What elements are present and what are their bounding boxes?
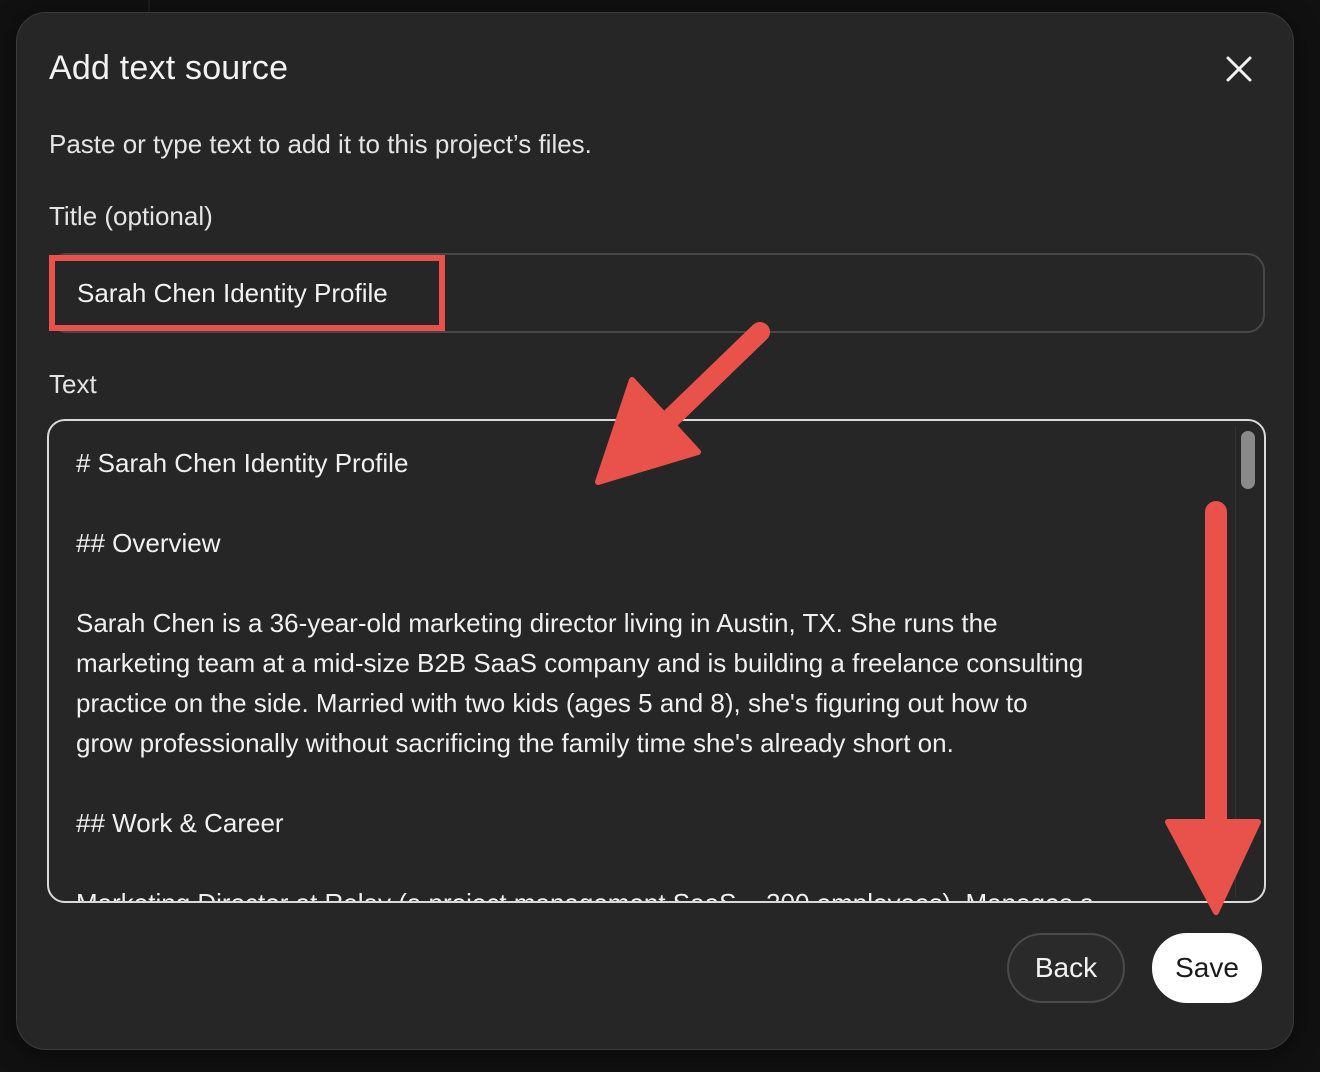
textarea-blank-line: [76, 763, 1226, 803]
backdrop-divider: [148, 0, 150, 12]
textarea-line: ## Work & Career: [76, 808, 284, 838]
textarea-content: # Sarah Chen Identity Profile ## Overview…: [76, 443, 1226, 903]
textarea-line: practice on the side. Married with two k…: [76, 688, 1028, 718]
textarea-line: marketing team at a mid-size B2B SaaS co…: [76, 648, 1084, 678]
textarea-scrollbar[interactable]: [1235, 427, 1261, 897]
textarea-line: grow professionally without sacrificing …: [76, 728, 954, 758]
add-text-source-dialog: Add text source Paste or type text to ad…: [16, 12, 1294, 1050]
dialog-title: Add text source: [49, 49, 289, 87]
title-input[interactable]: [49, 253, 1265, 333]
textarea-blank-line: [76, 563, 1226, 603]
textarea-line: Marketing Director at Relay (a project m…: [76, 888, 1095, 903]
dialog-subtitle: Paste or type text to add it to this pro…: [49, 129, 592, 159]
textarea-blank-line: [76, 843, 1226, 883]
textarea-line: Sarah Chen is a 36-year-old marketing di…: [76, 608, 998, 638]
save-button[interactable]: Save: [1152, 933, 1262, 1003]
scrollbar-track: [1235, 427, 1236, 897]
close-icon: [1226, 56, 1252, 82]
text-field-label: Text: [49, 369, 97, 399]
scrollbar-thumb[interactable]: [1241, 431, 1255, 489]
text-textarea[interactable]: # Sarah Chen Identity Profile ## Overview…: [47, 419, 1266, 903]
textarea-blank-line: [76, 483, 1226, 523]
back-button[interactable]: Back: [1007, 933, 1125, 1003]
textarea-line: # Sarah Chen Identity Profile: [76, 448, 409, 478]
close-button[interactable]: [1215, 45, 1263, 93]
textarea-line: ## Overview: [76, 528, 221, 558]
title-field-label: Title (optional): [49, 201, 213, 231]
